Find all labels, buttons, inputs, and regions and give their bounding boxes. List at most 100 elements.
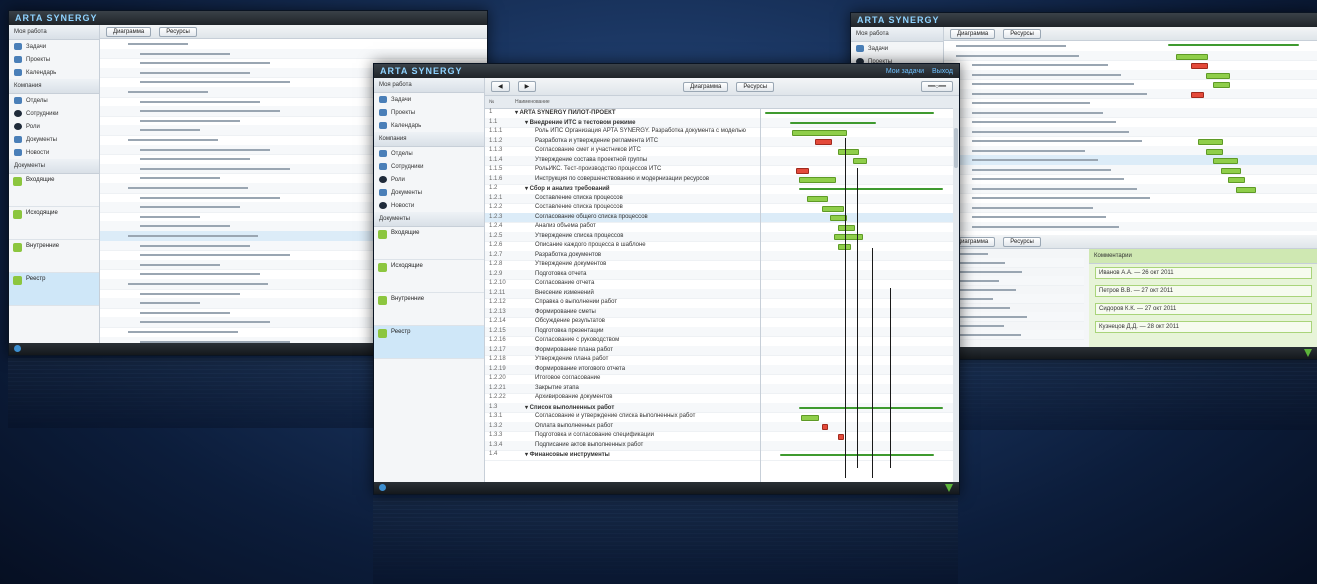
doc-item-registry[interactable]: Реестр <box>374 326 484 359</box>
task-name: Разработка и утверждение регламента ИТС <box>535 137 659 144</box>
left-titlebar: ARTA SYNERGY <box>9 11 487 25</box>
nav-item-roles[interactable]: Роли <box>374 173 484 186</box>
gantt-bar[interactable] <box>799 177 836 183</box>
left-nav-item[interactable]: Проекты <box>9 53 99 66</box>
doc-item-internal[interactable]: Внутренние <box>374 293 484 326</box>
gantt-bar[interactable] <box>1205 148 1223 155</box>
left-nav-item[interactable]: Новости <box>9 146 99 159</box>
gantt-bar[interactable] <box>1198 139 1223 145</box>
center-task-table: 1 ▾ ARTA SYNERGY ПИЛОТ-ПРОЕКТ 1.1 ▾ Внедрен… <box>485 108 760 482</box>
employees-icon <box>379 163 387 170</box>
gantt-bar[interactable] <box>822 205 844 212</box>
nav-item-documents[interactable]: Документы <box>374 186 484 199</box>
gantt-summary-bar[interactable] <box>799 188 944 190</box>
back-button[interactable]: ◀ <box>491 81 510 92</box>
left-doc-item[interactable]: Реестр <box>9 273 99 306</box>
nav-item-news[interactable]: Новости <box>374 199 484 212</box>
comments-panel: Комментарии Иванов А.А. — 26 окт 2011 Пе… <box>1089 249 1317 347</box>
gantt-bar[interactable] <box>853 158 867 164</box>
zoom-slider[interactable]: ━━○━━ <box>920 81 954 92</box>
gantt-bar-overdue[interactable] <box>795 167 810 174</box>
gantt-bar-overdue[interactable] <box>814 139 833 145</box>
left-section3-title: Документы <box>9 159 99 174</box>
nav-item-calendar[interactable]: Календарь <box>374 119 484 132</box>
left-nav-item[interactable]: Сотрудники <box>9 107 99 120</box>
gantt-bar[interactable] <box>791 129 848 136</box>
logout-link[interactable]: Выход <box>932 68 953 75</box>
center-titlebar: ARTA SYNERGY Мои задачи Выход <box>374 64 959 78</box>
row-placeholder <box>972 140 1142 142</box>
right-bottom-button2[interactable]: Ресурсы <box>1003 236 1041 247</box>
resource-row[interactable] <box>944 330 1084 340</box>
left-doc-item[interactable]: Внутренние <box>9 240 99 273</box>
gantt-bar[interactable] <box>1213 158 1238 164</box>
task-name: Формирование сметы <box>535 308 596 315</box>
gantt-bar[interactable] <box>1220 167 1242 174</box>
left-nav-item[interactable]: Роли <box>9 120 99 133</box>
right-gantt <box>944 41 1317 231</box>
chart-view-button[interactable]: Диаграмма <box>683 81 729 92</box>
gantt-bar-overdue[interactable] <box>837 433 844 440</box>
center-scrollbar[interactable] <box>953 108 959 482</box>
task-number: 1.1.5 <box>489 166 503 172</box>
task-number: 1.1.1 <box>489 128 503 134</box>
gantt-bar[interactable] <box>837 148 859 155</box>
left-nav-item[interactable]: Отделы <box>9 94 99 107</box>
gantt-bar[interactable] <box>1235 186 1257 193</box>
my-tasks-link[interactable]: Мои задачи <box>886 68 924 75</box>
nav-item-employees[interactable]: Сотрудники <box>374 160 484 173</box>
gantt-summary-bar[interactable] <box>789 121 877 124</box>
task-number: 1.2.18 <box>489 356 506 362</box>
right-resources-button[interactable]: Ресурсы <box>1003 28 1041 39</box>
gantt-summary-bar[interactable] <box>764 112 934 114</box>
nav-item-projects[interactable]: Проекты <box>374 106 484 119</box>
center-section3-title: Документы <box>374 212 484 227</box>
gantt-bar[interactable] <box>807 196 829 202</box>
nav-item-departments[interactable]: Отделы <box>374 147 484 160</box>
row-placeholder <box>140 215 200 218</box>
gantt-bar[interactable] <box>837 224 856 231</box>
left-sidebar: Моя работа Задачи Проекты Календарь Комп… <box>9 25 100 343</box>
right-chart-button[interactable]: Диаграмма <box>950 28 996 39</box>
resources-button[interactable]: Ресурсы <box>736 81 775 92</box>
left-nav-item[interactable]: Документы <box>9 133 99 146</box>
left-doc-item[interactable]: Входящие <box>9 174 99 207</box>
gantt-bar-overdue[interactable] <box>1190 91 1205 98</box>
task-number: 1.2.2 <box>489 204 503 210</box>
task-number: 1.2.11 <box>489 289 506 296</box>
left-nav-item[interactable]: Календарь <box>9 66 99 79</box>
task-number: 1.2.10 <box>489 280 506 286</box>
doc-icon <box>378 296 387 305</box>
doc-icon <box>13 243 22 252</box>
row-placeholder <box>140 273 260 276</box>
gantt-bar-overdue[interactable] <box>822 424 829 430</box>
task-number: 1.2.8 <box>489 261 503 267</box>
gantt-bar[interactable] <box>1205 72 1231 79</box>
left-resources-button[interactable]: Ресурсы <box>159 26 197 37</box>
center-section2-title: Компания <box>374 132 484 147</box>
gantt-bar[interactable] <box>801 414 819 421</box>
row-placeholder <box>972 197 1150 199</box>
right-nav-item[interactable]: Задачи <box>851 42 943 55</box>
gantt-bar[interactable] <box>833 234 863 240</box>
left-nav-item[interactable]: Задачи <box>9 40 99 53</box>
doc-icon <box>13 276 22 285</box>
left-chart-button[interactable]: Диаграмма <box>106 26 152 37</box>
gantt-bar[interactable] <box>1175 53 1208 60</box>
task-name: ▾ Внедрение ИТС в тестовом режиме <box>525 119 636 126</box>
gantt-bar[interactable] <box>1228 177 1246 183</box>
doc-item-incoming[interactable]: Входящие <box>374 227 484 260</box>
doc-item-outgoing[interactable]: Исходящие <box>374 260 484 293</box>
task-row[interactable] <box>944 221 1317 231</box>
right-bottom-toolbar: Диаграмма Ресурсы <box>944 235 1317 249</box>
task-name: Согласование и утверждение списка выполн… <box>535 413 696 419</box>
gantt-bar-overdue[interactable] <box>1190 63 1208 69</box>
left-doc-item[interactable]: Исходящие <box>9 207 99 240</box>
task-row[interactable]: 1.4 ▾ Финансовые инструменты <box>485 450 760 461</box>
forward-button[interactable]: ▶ <box>517 81 537 92</box>
dependency-line <box>857 168 858 468</box>
row-placeholder <box>972 225 1119 228</box>
gantt-bar[interactable] <box>1213 82 1231 88</box>
nav-item-tasks[interactable]: Задачи <box>374 93 484 106</box>
gantt-summary-bar[interactable] <box>1168 44 1300 46</box>
